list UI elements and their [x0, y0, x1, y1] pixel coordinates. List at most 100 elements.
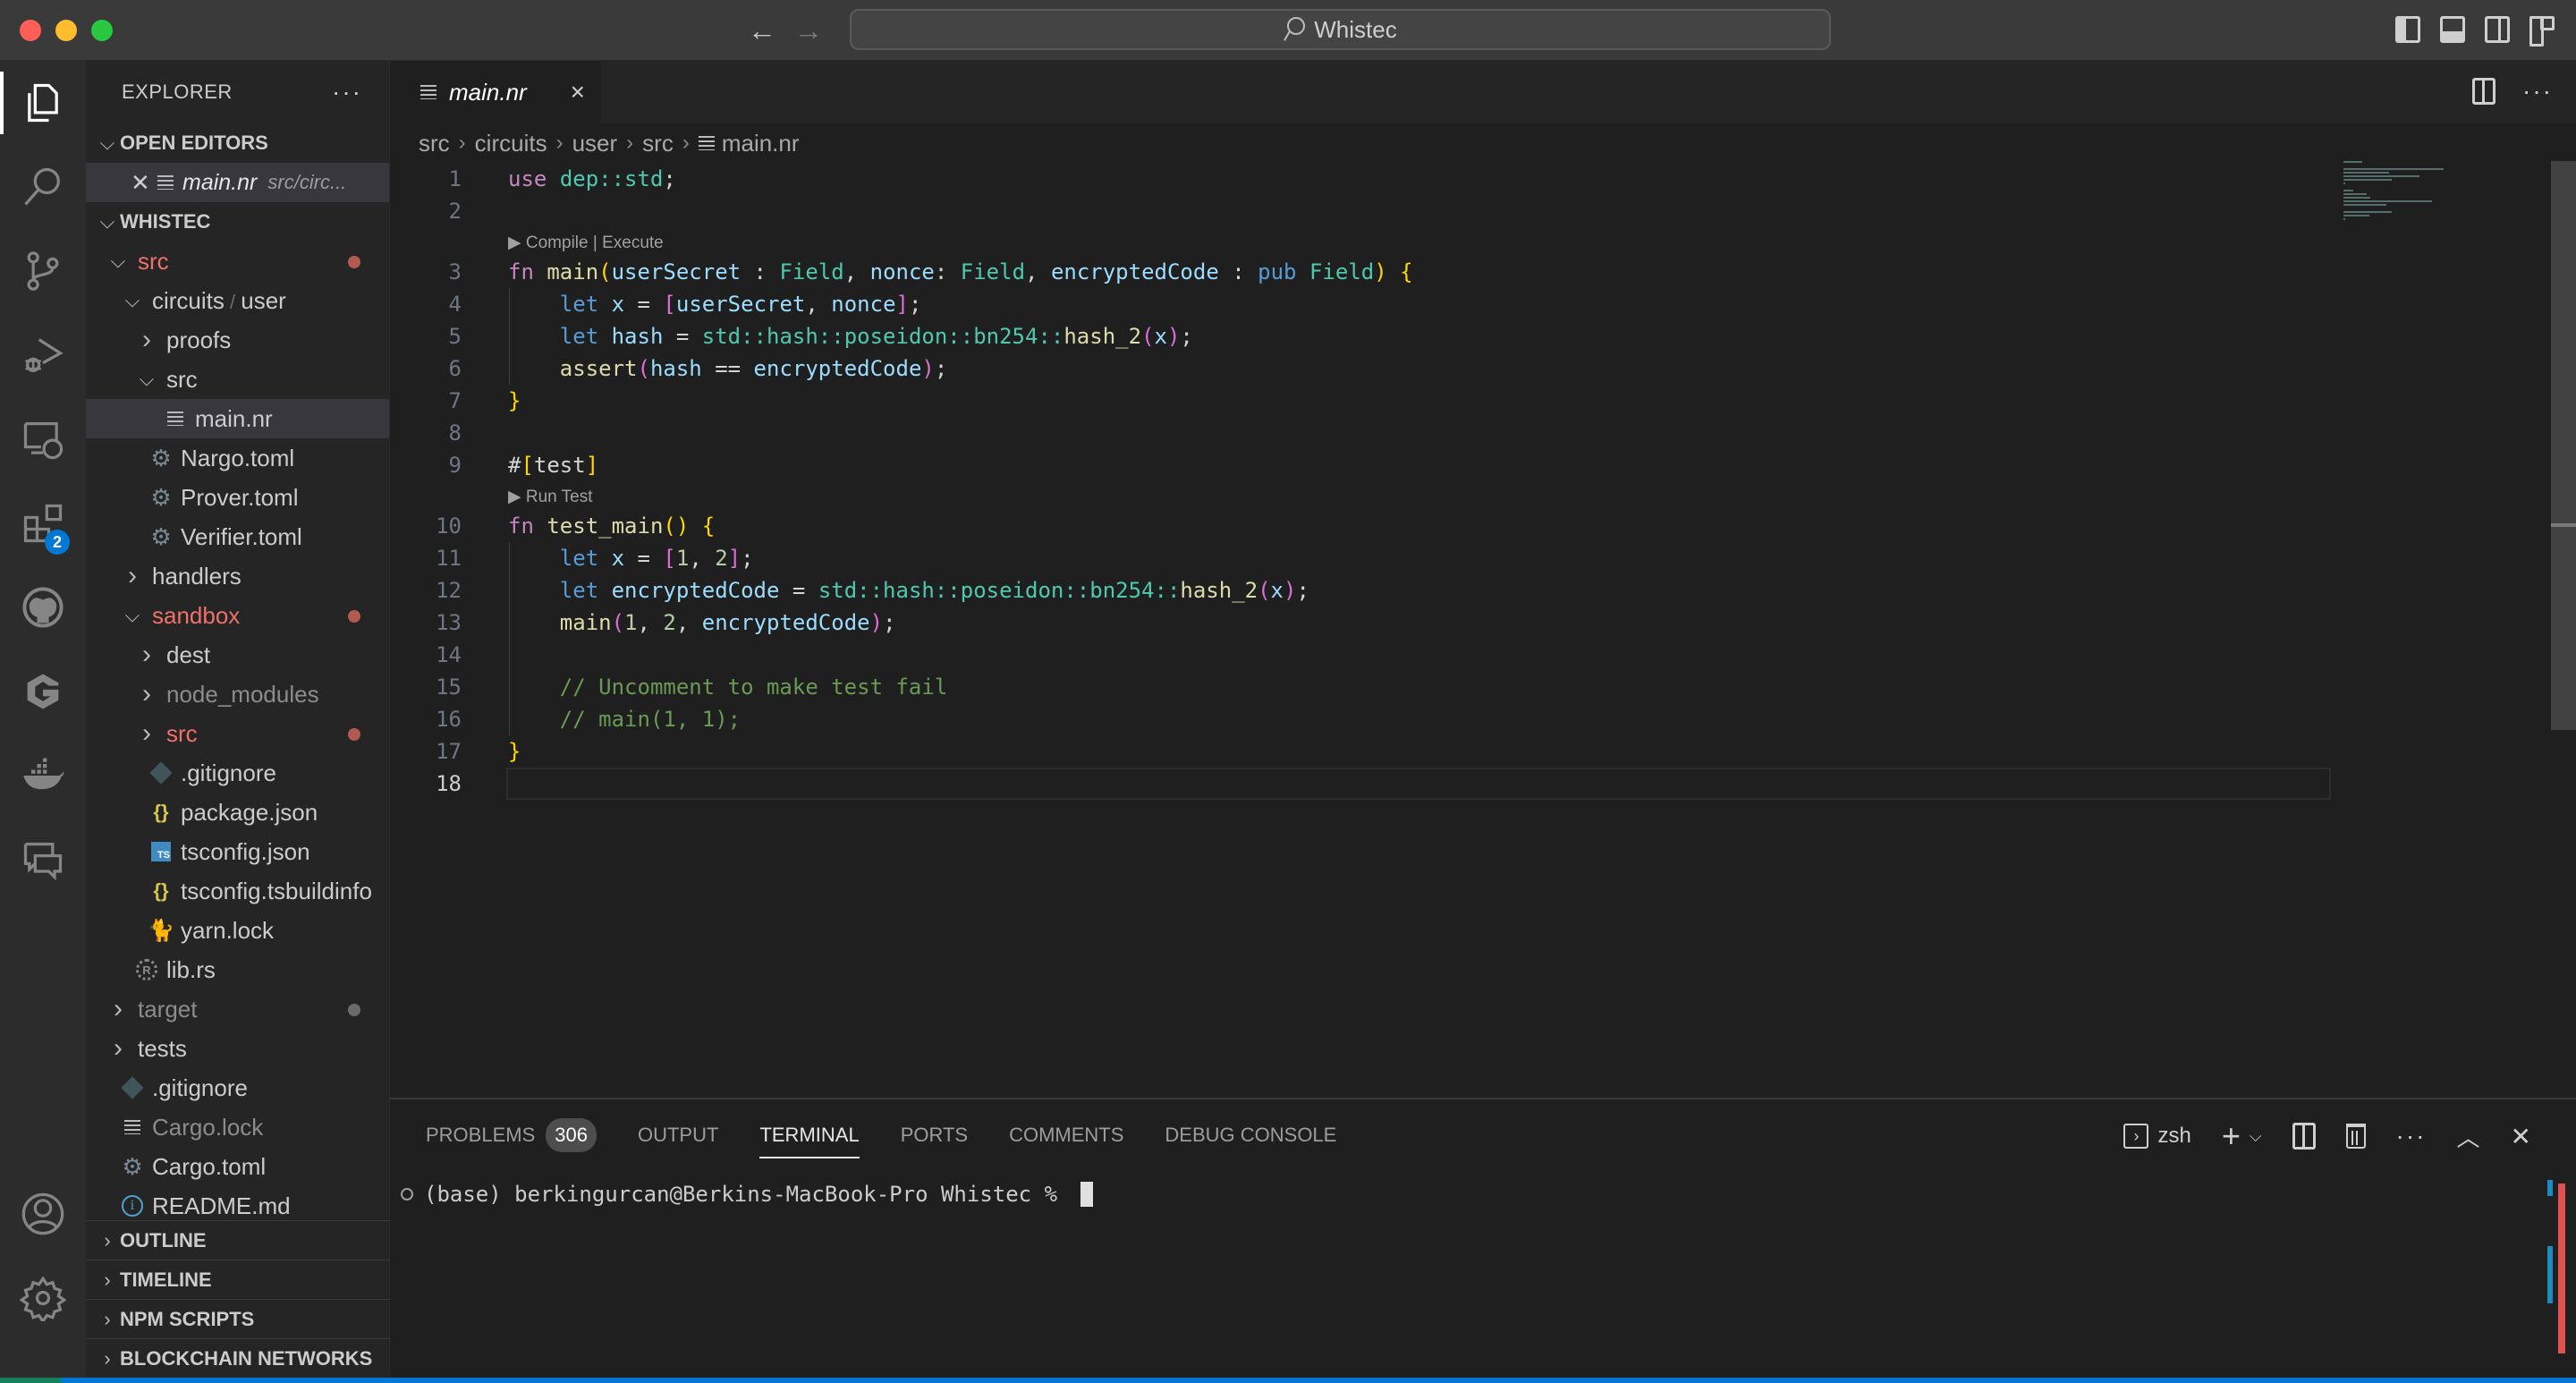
- tree-item[interactable]: › target: [86, 989, 389, 1029]
- breadcrumb-item[interactable]: src: [419, 130, 450, 157]
- code-line[interactable]: 14: [390, 639, 2331, 671]
- minimize-window-button[interactable]: [55, 20, 77, 41]
- terminal-selector[interactable]: › zsh: [2123, 1124, 2191, 1149]
- blockchain-networks-section[interactable]: › BLOCKCHAIN NETWORKS: [86, 1338, 390, 1378]
- panel-tab-comments[interactable]: COMMENTS: [1009, 1112, 1123, 1158]
- breadcrumb-item[interactable]: src: [642, 130, 674, 157]
- code-line[interactable]: 17}: [390, 735, 2331, 768]
- code-line[interactable]: 3 fn main(userSecret : Field, nonce: Fiel…: [390, 256, 2331, 288]
- tree-item[interactable]: ⚙ Nargo.toml: [86, 438, 389, 478]
- codelens-compile-execute[interactable]: ▶ Compile | Execute: [508, 229, 664, 256]
- code-line[interactable]: 2: [390, 195, 2331, 227]
- command-center-search[interactable]: Whistec: [850, 9, 1831, 50]
- panel-tab-problems[interactable]: PROBLEMS 306: [426, 1112, 597, 1158]
- trash-icon[interactable]: [2345, 1124, 2366, 1149]
- g-logo-activity[interactable]: [0, 651, 86, 732]
- code-line[interactable]: 16 // main(1, 1);: [390, 703, 2331, 735]
- arrow-left-icon[interactable]: ←: [748, 13, 776, 48]
- panel-tab-ports[interactable]: PORTS: [901, 1112, 968, 1158]
- code-line[interactable]: 15 // Uncomment to make test fail: [390, 671, 2331, 703]
- breadcrumb-item[interactable]: user: [572, 130, 618, 157]
- code-line[interactable]: 6 assert(hash == encryptedCode);: [390, 352, 2331, 385]
- breadcrumb-item[interactable]: main.nr: [722, 130, 800, 157]
- code-line[interactable]: 12 let encryptedCode = std::hash::poseid…: [390, 574, 2331, 607]
- tree-item[interactable]: › proofs: [86, 320, 389, 360]
- split-editor-icon[interactable]: [2472, 78, 2496, 105]
- tree-item[interactable]: ⌵ src: [86, 242, 389, 281]
- outline-section[interactable]: › OUTLINE: [86, 1220, 390, 1260]
- run-debug-activity[interactable]: [0, 315, 86, 395]
- code-line[interactable]: 9 #[test]: [390, 449, 2331, 481]
- remote-explorer-activity[interactable]: [0, 399, 86, 479]
- maximize-panel-icon[interactable]: ︿: [2457, 1120, 2480, 1153]
- code-line[interactable]: 4 let x = [userSecret, nonce];: [390, 288, 2331, 320]
- docker-activity[interactable]: [0, 735, 86, 816]
- code-line[interactable]: 1 use dep::std;: [390, 163, 2331, 195]
- tree-item[interactable]: ⚙ Prover.toml: [86, 478, 389, 517]
- close-icon[interactable]: ×: [571, 78, 585, 106]
- tree-item[interactable]: main.nr: [86, 399, 389, 438]
- customize-layout-icon[interactable]: [2529, 16, 2555, 47]
- tab-main-nr[interactable]: main.nr ×: [390, 61, 601, 123]
- code-line[interactable]: 8: [390, 417, 2331, 449]
- tree-item[interactable]: TS tsconfig.json: [86, 832, 389, 871]
- comments-activity[interactable]: [0, 819, 86, 900]
- extensions-activity[interactable]: 2: [0, 483, 86, 564]
- code-line[interactable]: 11 let x = [1, 2];: [390, 542, 2331, 574]
- new-terminal-icon[interactable]: +: [2222, 1117, 2241, 1155]
- tree-item[interactable]: 🐈 yarn.lock: [86, 911, 389, 950]
- codelens-run-test[interactable]: ▶ Run Test: [508, 483, 593, 510]
- explorer-activity[interactable]: [0, 63, 86, 143]
- open-editors-section[interactable]: ⌵ OPEN EDITORS: [86, 123, 389, 163]
- tree-item[interactable]: ⌵ sandbox: [86, 596, 389, 635]
- manage-activity[interactable]: [0, 1258, 86, 1338]
- tree-item[interactable]: ⚙ Verifier.toml: [86, 517, 389, 556]
- tree-item[interactable]: {} tsconfig.tsbuildinfo: [86, 871, 389, 911]
- more-actions-icon[interactable]: ···: [2396, 1122, 2427, 1150]
- timeline-section[interactable]: › TIMELINE: [86, 1260, 390, 1299]
- maximize-window-button[interactable]: [91, 20, 113, 41]
- panel-tab-output[interactable]: OUTPUT: [638, 1112, 718, 1158]
- tree-item[interactable]: .gitignore: [86, 753, 389, 793]
- minimap[interactable]: [2343, 161, 2469, 233]
- close-panel-icon[interactable]: ✕: [2511, 1122, 2531, 1151]
- close-window-button[interactable]: [20, 20, 41, 41]
- tree-item[interactable]: ⌵ src: [86, 360, 389, 399]
- workspace-section[interactable]: ⌵ WHISTEC: [86, 202, 389, 242]
- tree-item[interactable]: › node_modules: [86, 675, 389, 714]
- code-line[interactable]: 18: [390, 768, 2331, 800]
- npm-scripts-section[interactable]: › NPM SCRIPTS: [86, 1299, 390, 1338]
- tree-item[interactable]: .gitignore: [86, 1068, 389, 1107]
- close-icon[interactable]: ✕: [131, 169, 157, 197]
- breadcrumb-item[interactable]: circuits: [475, 130, 547, 157]
- terminal-prompt-line[interactable]: (base) berkingurcan@Berkins-MacBook-Pro …: [401, 1182, 1094, 1207]
- tree-item[interactable]: › src: [86, 714, 389, 753]
- code-line[interactable]: 10 fn test_main() {: [390, 510, 2331, 542]
- accounts-activity[interactable]: [0, 1174, 86, 1254]
- tree-item[interactable]: › tests: [86, 1029, 389, 1068]
- tree-item[interactable]: › handlers: [86, 556, 389, 596]
- arrow-right-icon[interactable]: →: [794, 13, 823, 48]
- remote-indicator[interactable]: [0, 1378, 61, 1383]
- tree-item[interactable]: Rlib.rs: [86, 950, 389, 989]
- tree-item[interactable]: › dest: [86, 635, 389, 675]
- code-line[interactable]: 13 main(1, 2, encryptedCode);: [390, 607, 2331, 639]
- editor-scrollbar[interactable]: [2551, 161, 2576, 730]
- source-control-activity[interactable]: [0, 231, 86, 311]
- panel-tab-debug-console[interactable]: DEBUG CONSOLE: [1165, 1112, 1336, 1158]
- toggle-panel-icon[interactable]: [2440, 16, 2465, 43]
- search-activity[interactable]: [0, 147, 86, 227]
- code-line[interactable]: 7}: [390, 385, 2331, 417]
- code-editor[interactable]: 1 use dep::std; 2 ▶ Compile | Execute 3 fn ma…: [390, 163, 2331, 1093]
- tree-item[interactable]: ⚙ Cargo.toml: [86, 1147, 389, 1186]
- toggle-secondary-sidebar-icon[interactable]: [2485, 16, 2510, 43]
- code-line[interactable]: 5 let hash = std::hash::poseidon::bn254:…: [390, 320, 2331, 352]
- open-editor-item[interactable]: ✕ main.nr src/circ...: [86, 163, 389, 202]
- more-actions-icon[interactable]: ···: [332, 78, 362, 106]
- split-terminal-icon[interactable]: [2292, 1123, 2316, 1150]
- panel-tab-terminal[interactable]: TERMINAL: [759, 1112, 860, 1158]
- more-actions-icon[interactable]: ···: [2522, 77, 2553, 106]
- tree-item[interactable]: {} package.json: [86, 793, 389, 832]
- toggle-primary-sidebar-icon[interactable]: [2395, 16, 2420, 43]
- chevron-down-icon[interactable]: ⌵: [2250, 1127, 2262, 1146]
